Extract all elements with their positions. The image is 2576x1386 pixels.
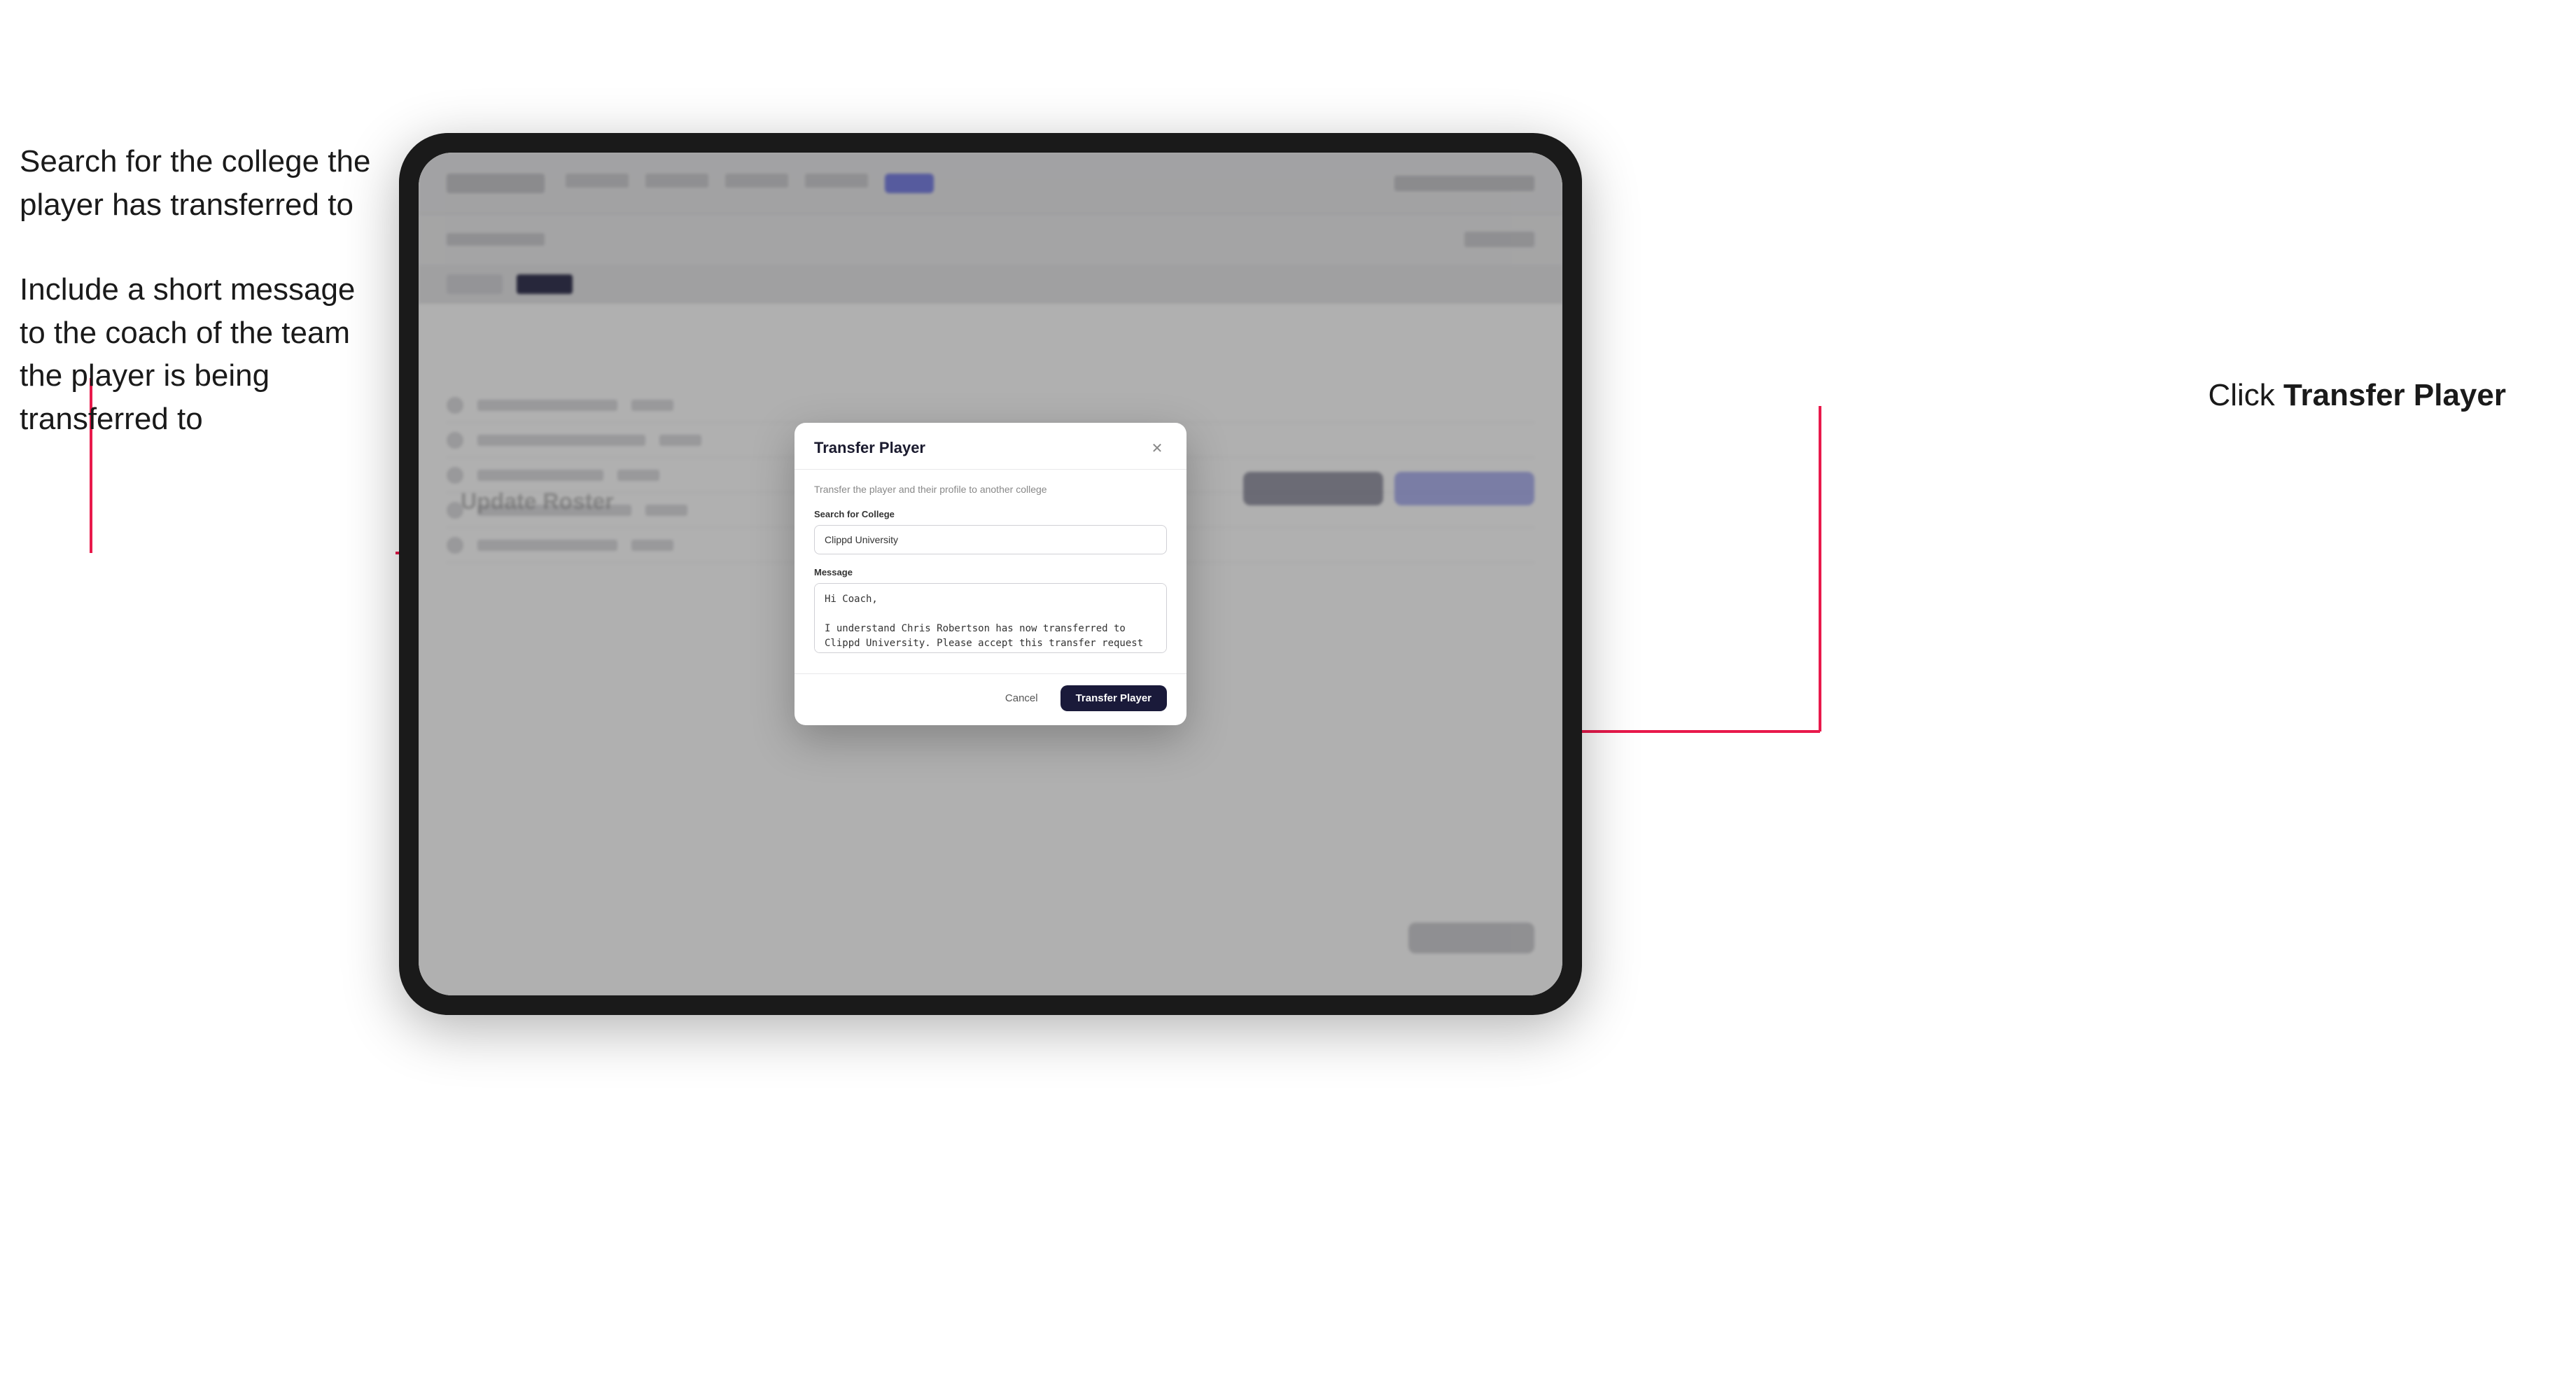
message-label: Message [814,567,1167,578]
transfer-player-button[interactable]: Transfer Player [1060,685,1167,711]
modal-close-button[interactable]: ✕ [1147,438,1167,458]
modal-body: Transfer the player and their profile to… [794,470,1186,673]
modal-footer: Cancel Transfer Player [794,673,1186,725]
annotation-message-text: Include a short message to the coach of … [20,268,384,440]
modal-overlay: Transfer Player ✕ Transfer the player an… [419,153,1562,995]
annotation-right-text: Click Transfer Player [2208,378,2506,413]
cancel-button[interactable]: Cancel [994,687,1049,710]
message-textarea[interactable]: Hi Coach, I understand Chris Robertson h… [814,583,1167,653]
modal-header: Transfer Player ✕ [794,423,1186,470]
search-college-label: Search for College [814,509,1167,519]
annotation-search-text: Search for the college the player has tr… [20,140,384,226]
modal-title: Transfer Player [814,439,925,457]
ipad-device: Update Roster [399,133,1582,1015]
transfer-player-modal: Transfer Player ✕ Transfer the player an… [794,423,1186,725]
search-college-input[interactable] [814,525,1167,554]
modal-subtitle: Transfer the player and their profile to… [814,484,1167,495]
ipad-screen: Update Roster [419,153,1562,995]
